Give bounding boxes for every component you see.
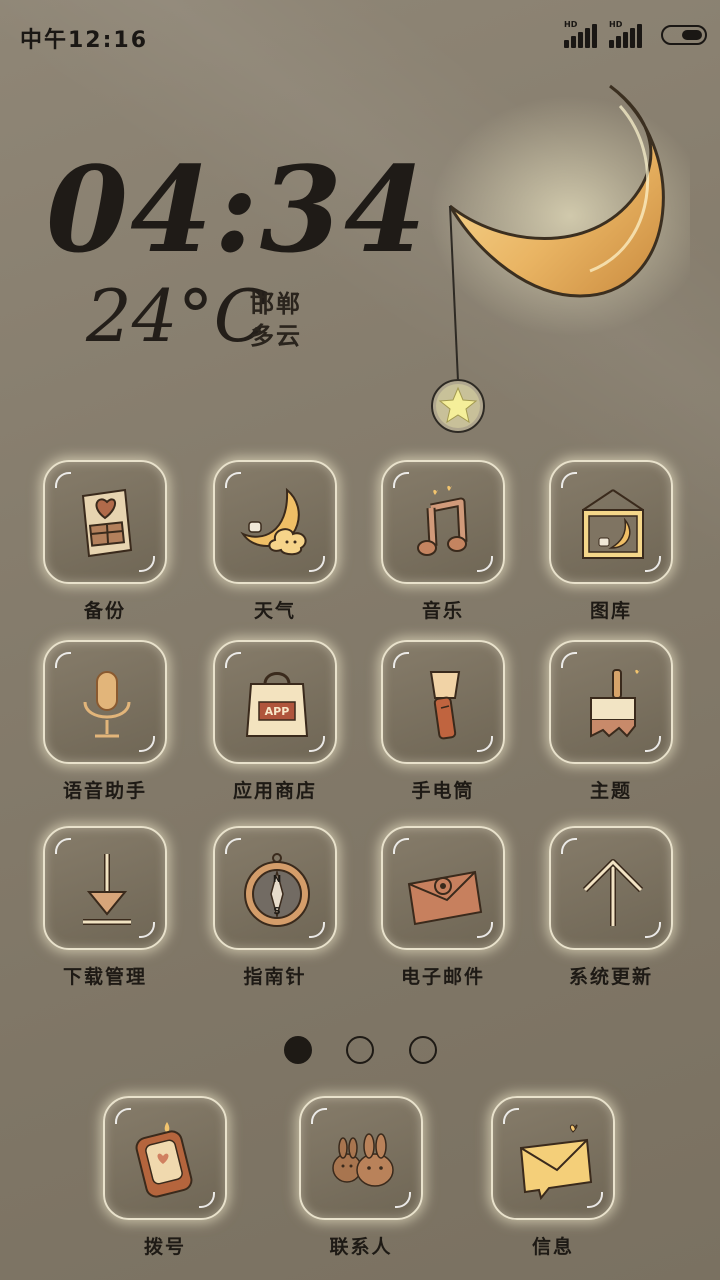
bunnies-contacts-icon bbox=[332, 1133, 394, 1187]
app-flashlight-tile[interactable] bbox=[381, 640, 505, 764]
page-dot-2[interactable] bbox=[346, 1036, 374, 1064]
page-indicator bbox=[284, 1036, 444, 1066]
store-icon-text: APP bbox=[265, 705, 290, 718]
picture-frame-icon bbox=[582, 489, 644, 559]
app-weather-tile[interactable] bbox=[213, 460, 337, 584]
battery-icon bbox=[661, 25, 707, 45]
app-store-tile[interactable]: APP bbox=[213, 640, 337, 764]
flashlight-icon bbox=[429, 671, 461, 740]
app-theme-label: 主题 bbox=[589, 780, 632, 802]
message-envelope-icon bbox=[519, 1124, 593, 1200]
dock-messages-label: 信息 bbox=[531, 1236, 574, 1258]
app-voice-assistant-label: 语音助手 bbox=[62, 780, 147, 802]
app-backup-tile[interactable] bbox=[43, 460, 167, 584]
status-bar: 中午12:16 HD HD bbox=[0, 0, 720, 70]
app-store[interactable]: APP 应用商店 bbox=[200, 640, 350, 803]
app-system-update-label: 系统更新 bbox=[568, 966, 653, 988]
dock-messages[interactable]: 信息 bbox=[478, 1096, 628, 1259]
page-dot-3[interactable] bbox=[409, 1036, 437, 1064]
page-dot-1[interactable] bbox=[284, 1036, 312, 1064]
backup-document-icon bbox=[81, 488, 133, 558]
app-voice-assistant-tile[interactable] bbox=[43, 640, 167, 764]
app-weather-label: 天气 bbox=[253, 600, 296, 622]
app-compass-label: 指南针 bbox=[243, 966, 307, 988]
signal-strength-icon: HD bbox=[609, 20, 649, 50]
app-email-tile[interactable] bbox=[381, 826, 505, 950]
dock-contacts-label: 联系人 bbox=[329, 1236, 393, 1258]
app-music-tile[interactable] bbox=[381, 460, 505, 584]
app-compass[interactable]: N S 指南针 bbox=[200, 826, 350, 989]
app-backup[interactable]: 备份 bbox=[30, 460, 180, 623]
hd-label: HD bbox=[564, 20, 578, 29]
hanging-moon-illustration bbox=[430, 84, 690, 433]
app-email[interactable]: 电子邮件 bbox=[368, 826, 518, 989]
app-store-label: 应用商店 bbox=[232, 780, 317, 802]
dock-messages-tile[interactable] bbox=[491, 1096, 615, 1220]
moon-cloud-icon bbox=[240, 487, 307, 556]
compass-north-letter: N bbox=[273, 874, 281, 885]
app-theme[interactable]: 主题 bbox=[536, 640, 686, 803]
app-compass-tile[interactable]: N S bbox=[213, 826, 337, 950]
app-download-manager-tile[interactable] bbox=[43, 826, 167, 950]
app-music-label: 音乐 bbox=[421, 600, 464, 622]
phone-icon bbox=[135, 1122, 193, 1198]
microphone-icon bbox=[83, 671, 131, 738]
app-email-label: 电子邮件 bbox=[400, 966, 485, 988]
app-gallery-tile[interactable] bbox=[549, 460, 673, 584]
dock-phone-label: 拨号 bbox=[143, 1236, 186, 1258]
update-arrow-icon bbox=[582, 859, 644, 926]
dock-contacts[interactable]: 联系人 bbox=[286, 1096, 436, 1259]
temperature: 24°C bbox=[86, 274, 269, 358]
dock-phone-tile[interactable] bbox=[103, 1096, 227, 1220]
app-backup-label: 备份 bbox=[83, 600, 126, 622]
app-system-update-tile[interactable] bbox=[549, 826, 673, 950]
app-download-manager-label: 下载管理 bbox=[62, 966, 147, 988]
clock-time: 04:34 bbox=[46, 140, 428, 279]
weather-condition: 多云 bbox=[250, 322, 302, 350]
music-note-icon bbox=[417, 485, 468, 556]
dock-contacts-tile[interactable] bbox=[299, 1096, 423, 1220]
app-weather[interactable]: 天气 bbox=[200, 460, 350, 623]
app-download-manager[interactable]: 下载管理 bbox=[30, 826, 180, 989]
app-gallery-label: 图库 bbox=[589, 600, 632, 622]
app-music[interactable]: 音乐 bbox=[368, 460, 518, 623]
shopping-bag-icon: APP bbox=[245, 672, 309, 737]
compass-icon: N S bbox=[244, 853, 310, 927]
app-gallery[interactable]: 图库 bbox=[536, 460, 686, 623]
app-system-update[interactable]: 系统更新 bbox=[536, 826, 686, 989]
app-flashlight-label: 手电筒 bbox=[411, 780, 475, 802]
app-theme-tile[interactable] bbox=[549, 640, 673, 764]
status-time: 中午12:16 bbox=[20, 28, 149, 53]
app-voice-assistant[interactable]: 语音助手 bbox=[30, 640, 180, 803]
compass-south-letter: S bbox=[273, 906, 280, 917]
signal-strength-icon: HD bbox=[564, 20, 604, 50]
weather-city: 邯郸 bbox=[250, 290, 302, 318]
email-envelope-icon bbox=[407, 870, 483, 926]
paint-brush-icon bbox=[590, 669, 640, 738]
app-flashlight[interactable]: 手电筒 bbox=[368, 640, 518, 803]
dock-phone[interactable]: 拨号 bbox=[90, 1096, 240, 1259]
hd-label: HD bbox=[609, 20, 623, 29]
download-arrow-icon bbox=[83, 854, 131, 925]
